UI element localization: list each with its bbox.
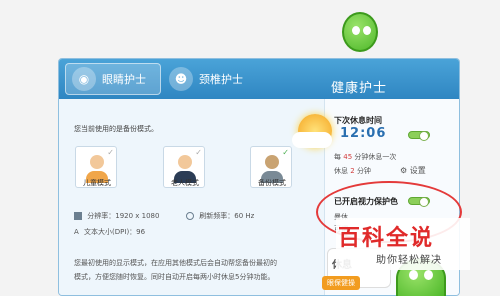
desc-line-2: 模式，方便您随时恢复。同时自动开启每两小时休息5分钟功能。 (74, 273, 275, 281)
elder-head-icon (178, 155, 192, 169)
desc-line-1: 您最初使用的显示模式，在应用其他模式后会自动帮您备份最初的 (74, 259, 277, 267)
rest-toggle[interactable] (408, 131, 430, 141)
watermark-subtitle: 助你轻松解决 (376, 255, 442, 266)
child-head-icon (90, 155, 104, 169)
tab-eye-nurse[interactable]: ◉ 眼睛护士 (65, 63, 161, 95)
every-prefix: 每 (334, 153, 341, 161)
next-rest-clock: 12:06 (340, 126, 387, 141)
rest-prefix: 休息 (334, 167, 348, 175)
tab-neck-label: 颈椎护士 (199, 73, 243, 86)
font-size-icon: A (74, 228, 79, 236)
intro-text: 您当前使用的是备份模式。 (74, 125, 158, 133)
settings-label: 设置 (409, 166, 426, 175)
rest-duration-line: 休息 2 分钟 (334, 166, 371, 176)
mode-backup-label: 备份模式 (258, 179, 286, 187)
resolution-info: 分辨率：1920 x 1080 (74, 211, 159, 221)
watermark-title: 百科全说 (338, 226, 435, 251)
gear-icon: ⚙ (400, 166, 408, 175)
refresh-info: 刷新频率：60 Hz (186, 211, 254, 221)
eye-exercise-tag[interactable]: 眼保健操 (322, 276, 360, 290)
rest-suffix: 分钟 (356, 167, 371, 175)
mascot-top-icon (342, 12, 378, 52)
resolution-text: 分辨率：1920 x 1080 (87, 212, 160, 220)
rest-interval-line: 每 45 分钟休息一次 (334, 152, 396, 162)
backup-head-icon (265, 155, 279, 169)
mode-child-label: 儿童模式 (83, 179, 111, 187)
monitor-icon (74, 212, 82, 220)
eye-icon: ◉ (72, 67, 96, 91)
cloud-icon (292, 132, 332, 148)
tab-eye-label: 眼睛护士 (102, 73, 146, 86)
neck-icon: ☻ (169, 67, 193, 91)
refresh-icon (186, 212, 194, 220)
check-icon: ✓ (107, 148, 114, 157)
every-suffix: 分钟休息一次 (354, 153, 397, 161)
every-value[interactable]: 45 (343, 153, 352, 161)
text-size-text: 文本大小(DPI)：96 (84, 228, 146, 236)
mode-elder-label: 老人模式 (171, 179, 199, 187)
refresh-text: 刷新频率：60 Hz (199, 212, 255, 220)
text-size-info: A 文本大小(DPI)：96 (74, 227, 145, 237)
rest-value[interactable]: 2 (350, 167, 354, 175)
settings-link[interactable]: ⚙ 设置 (400, 165, 426, 176)
app-title: 健康护士 (331, 81, 388, 96)
check-icon: ✓ (195, 148, 202, 157)
check-icon: ✓ (282, 148, 289, 157)
next-rest-title: 下次休息时间 (334, 116, 382, 125)
tab-neck-nurse[interactable]: ☻ 颈椎护士 (163, 63, 259, 95)
window-header: ◉ 眼睛护士 ☻ 颈椎护士 健康护士 (59, 59, 459, 99)
